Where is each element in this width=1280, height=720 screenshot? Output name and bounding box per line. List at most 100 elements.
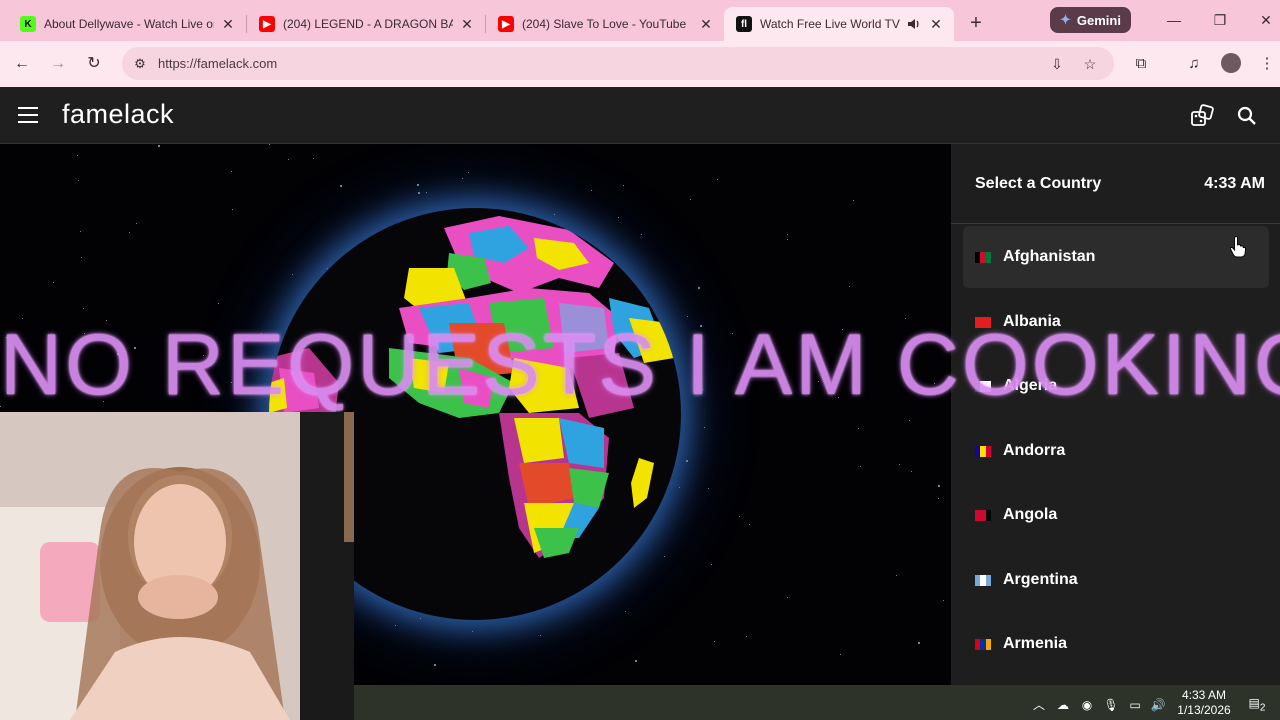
site-logo[interactable]: famelack [62,99,174,130]
youtube-icon: ▶ [259,16,275,32]
star-dot [911,471,912,472]
star-dot [136,223,137,224]
extensions-icon[interactable]: ⧉ [1129,52,1153,76]
network-icon[interactable]: ▭ [1127,697,1143,713]
close-tab-icon[interactable]: ✕ [698,16,714,32]
sidebar-title: Select a Country [975,174,1102,192]
site-header: famelack [0,87,1280,144]
address-bar[interactable]: ⚙ https://famelack.com ⇩ ☆ [122,47,1114,80]
star-dot [623,185,624,186]
star-dot [690,199,691,200]
tab-title: (204) LEGEND - A DRAGON BALL [283,17,453,31]
taskbar-clock[interactable]: 4:33 AM 1/13/2026 [1176,688,1232,718]
menu-icon[interactable] [18,107,38,123]
country-name: Argentina [1003,571,1078,588]
close-tab-icon[interactable]: ✕ [220,16,236,32]
browser-toolbar: ← → ↻ ⚙ https://famelack.com ⇩ ☆ ⧉ ♫ ⋮ [0,41,1280,87]
tab-dellywave[interactable]: K About Dellywave - Watch Live on ✕ [8,7,246,41]
country-item-andorra[interactable]: Andorra [963,420,1269,482]
star-dot [80,231,81,232]
webcam-feed [0,412,354,720]
speaker-icon[interactable] [906,16,922,32]
star-dot [232,209,233,210]
flag-icon [975,509,991,521]
tab-legend-dragon-ball[interactable]: ▶ (204) LEGEND - A DRAGON BALL ✕ [247,7,485,41]
minimize-icon[interactable]: — [1159,8,1189,32]
star-dot [292,274,293,275]
volume-icon[interactable]: 🔊 [1150,697,1166,713]
onedrive-icon[interactable]: ☁ [1055,697,1071,713]
bookmark-star-icon[interactable]: ☆ [1079,53,1101,75]
star-dot [462,178,463,179]
tab-slave-to-love[interactable]: ▶ (204) Slave To Love - YouTube ✕ [486,7,724,41]
star-dot [787,597,788,598]
restore-icon[interactable]: ❐ [1205,8,1235,32]
star-dot [708,488,709,489]
more-menu-icon[interactable]: ⋮ [1255,52,1279,76]
gemini-button[interactable]: ✦ Gemini [1050,7,1131,33]
star-dot [53,282,54,283]
star-dot [434,664,436,666]
country-item-argentina[interactable]: Argentina [963,549,1269,611]
star-dot [858,428,859,429]
back-arrow-icon[interactable]: ← [10,52,34,76]
flag-icon [975,251,991,263]
microphone-icon[interactable]: 🎙 [1103,697,1119,713]
close-window-icon[interactable]: ✕ [1251,8,1280,32]
star-dot [739,516,740,517]
kick-icon: K [20,16,36,32]
star-dot [158,145,160,147]
media-controls-icon[interactable]: ♫ [1182,52,1206,76]
star-dot [77,155,78,156]
star-dot [218,303,219,304]
forward-arrow-icon[interactable]: → [46,52,70,76]
star-dot [540,635,541,636]
star-dot [625,611,626,612]
star-dot [417,184,419,186]
random-dice-icon[interactable] [1189,103,1215,129]
close-tab-icon[interactable]: ✕ [459,16,475,32]
star-dot [717,179,718,180]
flag-icon [975,638,991,650]
star-dot [896,575,897,576]
country-item-angola[interactable]: Angola [963,484,1269,546]
star-dot [426,192,427,193]
star-dot [83,308,84,309]
profile-avatar[interactable] [1221,53,1241,73]
country-name: Andorra [1003,442,1066,459]
webcam-image [0,412,354,720]
star-dot [938,485,940,487]
reload-icon[interactable]: ↻ [82,52,106,76]
star-dot [787,234,788,235]
install-app-icon[interactable]: ⇩ [1046,53,1068,75]
url-text[interactable]: https://famelack.com [158,56,277,71]
hand-cursor-icon [1230,236,1246,258]
star-dot [269,144,270,145]
star-dot [787,239,788,240]
star-dot [340,185,342,187]
search-icon[interactable] [1234,103,1260,129]
country-item-afghanistan[interactable]: Afghanistan [963,226,1269,288]
star-dot [313,158,314,159]
site-settings-icon[interactable]: ⚙ [130,54,150,74]
notification-center-icon[interactable]: ▤2 [1247,694,1267,713]
country-name: Afghanistan [1003,248,1096,265]
show-hidden-icons-icon[interactable]: ︿ [1031,697,1047,713]
star-dot [81,257,82,258]
close-tab-icon[interactable]: ✕ [928,16,944,32]
meet-now-icon[interactable]: ◉ [1079,697,1095,713]
star-dot [746,636,747,637]
star-dot [554,214,555,215]
star-dot [288,159,289,160]
star-dot [231,171,232,172]
country-item-armenia[interactable]: Armenia [963,613,1269,675]
tab-famelack[interactable]: fl Watch Free Live World TV | ✕ [724,7,954,41]
star-dot [938,498,939,499]
youtube-icon: ▶ [498,16,514,32]
local-time: 4:33 AM [1204,174,1265,192]
new-tab-button[interactable]: + [962,9,990,37]
taskbar-date: 1/13/2026 [1177,703,1231,717]
star-dot [943,600,944,601]
star-dot [686,460,688,462]
star-dot [641,234,642,235]
